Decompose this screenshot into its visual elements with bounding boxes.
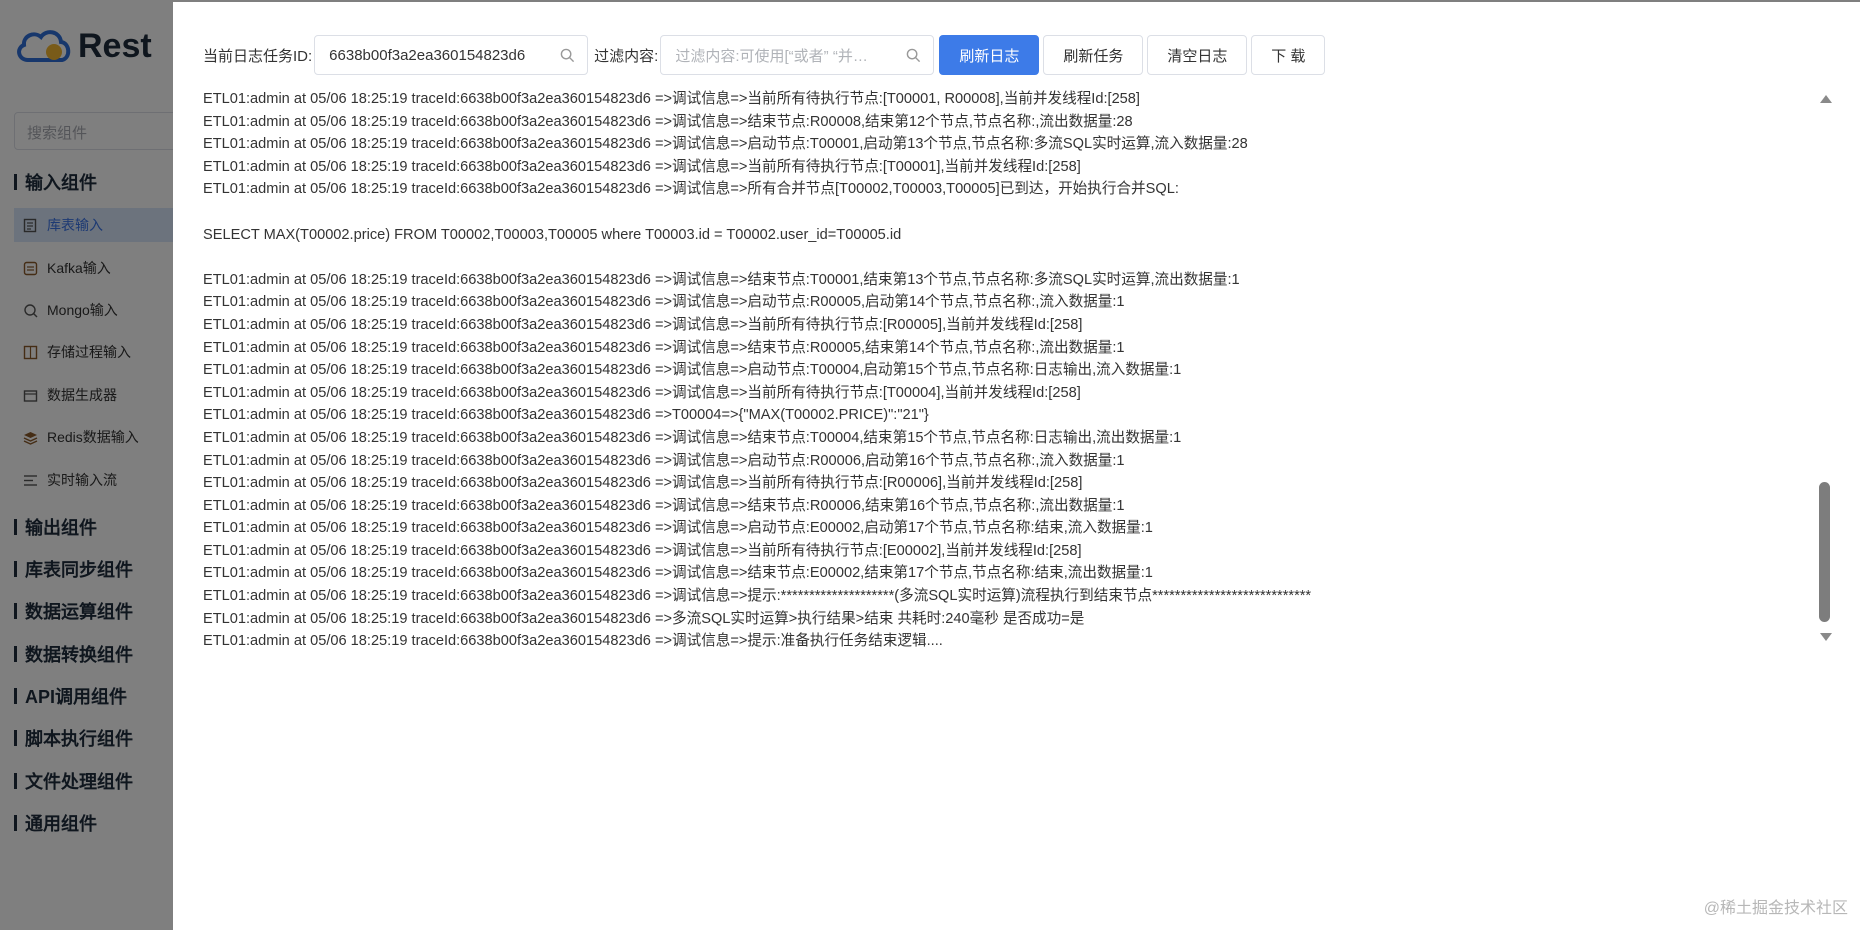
- log-line: ETL01:admin at 05/06 18:25:19 traceId:66…: [203, 565, 1153, 582]
- log-line: ETL01:admin at 05/06 18:25:19 traceId:66…: [203, 610, 1085, 627]
- clear-log-button[interactable]: 清空日志: [1147, 35, 1248, 75]
- search-icon[interactable]: [560, 48, 575, 63]
- log-line: ETL01:admin at 05/06 18:25:19 traceId:66…: [203, 316, 1083, 333]
- refresh-log-button[interactable]: 刷新日志: [939, 35, 1040, 75]
- log-line: ETL01:admin at 05/06 18:25:19 traceId:66…: [203, 294, 1125, 311]
- log-line: SELECT MAX(T00002.price) FROM T00002,T00…: [203, 226, 902, 243]
- log-line: ETL01:admin at 05/06 18:25:19 traceId:66…: [203, 542, 1082, 559]
- log-line: ETL01:admin at 05/06 18:25:19 traceId:66…: [203, 339, 1125, 356]
- log-line: ETL01:admin at 05/06 18:25:19 traceId:66…: [203, 407, 929, 424]
- log-line: ETL01:admin at 05/06 18:25:19 traceId:66…: [203, 384, 1081, 401]
- task-id-value: 6638b00f3a2ea360154823d6: [329, 46, 526, 64]
- log-scrollbar-thumb[interactable]: [1819, 482, 1830, 622]
- filter-label: 过滤内容:: [594, 47, 659, 65]
- log-line: ETL01:admin at 05/06 18:25:19 traceId:66…: [203, 158, 1081, 175]
- log-toolbar: 当前日志任务ID: 6638b00f3a2ea360154823d6 过滤内容:…: [203, 34, 1326, 76]
- log-line: ETL01:admin at 05/06 18:25:19 traceId:66…: [203, 588, 1312, 605]
- log-line: ETL01:admin at 05/06 18:25:19 traceId:66…: [203, 452, 1125, 469]
- log-line: ETL01:admin at 05/06 18:25:19 traceId:66…: [203, 181, 1179, 198]
- log-line: ETL01:admin at 05/06 18:25:19 traceId:66…: [203, 362, 1182, 379]
- filter-input[interactable]: 过滤内容:可使用[“或者” “并…: [660, 35, 935, 75]
- task-id-label: 当前日志任务ID:: [203, 47, 313, 65]
- scroll-down-arrow-icon[interactable]: [1819, 632, 1833, 642]
- log-line: ETL01:admin at 05/06 18:25:19 traceId:66…: [203, 91, 1140, 107]
- scroll-up-arrow-icon[interactable]: [1819, 94, 1833, 104]
- refresh-task-button[interactable]: 刷新任务: [1043, 35, 1144, 75]
- log-line: ETL01:admin at 05/06 18:25:19 traceId:66…: [203, 633, 943, 650]
- task-id-input[interactable]: 6638b00f3a2ea360154823d6: [314, 35, 589, 75]
- log-line: ETL01:admin at 05/06 18:25:19 traceId:66…: [203, 271, 1240, 288]
- search-icon[interactable]: [906, 48, 921, 63]
- log-line: ETL01:admin at 05/06 18:25:19 traceId:66…: [203, 113, 1133, 130]
- log-line: ETL01:admin at 05/06 18:25:19 traceId:66…: [203, 136, 1248, 153]
- log-drawer: 当前日志任务ID: 6638b00f3a2ea360154823d6 过滤内容:…: [173, 2, 1860, 930]
- log-line: ETL01:admin at 05/06 18:25:19 traceId:66…: [203, 497, 1125, 514]
- download-button[interactable]: 下 载: [1251, 35, 1326, 75]
- watermark: @稀土掘金技术社区: [1703, 900, 1848, 917]
- log-output: ETL01:admin at 05/06 18:25:19 traceId:66…: [203, 88, 1783, 653]
- log-line: ETL01:admin at 05/06 18:25:19 traceId:66…: [203, 429, 1182, 446]
- log-line: ETL01:admin at 05/06 18:25:19 traceId:66…: [203, 475, 1083, 492]
- log-line: ETL01:admin at 05/06 18:25:19 traceId:66…: [203, 520, 1153, 537]
- filter-placeholder: 过滤内容:可使用[“或者” “并…: [675, 47, 868, 65]
